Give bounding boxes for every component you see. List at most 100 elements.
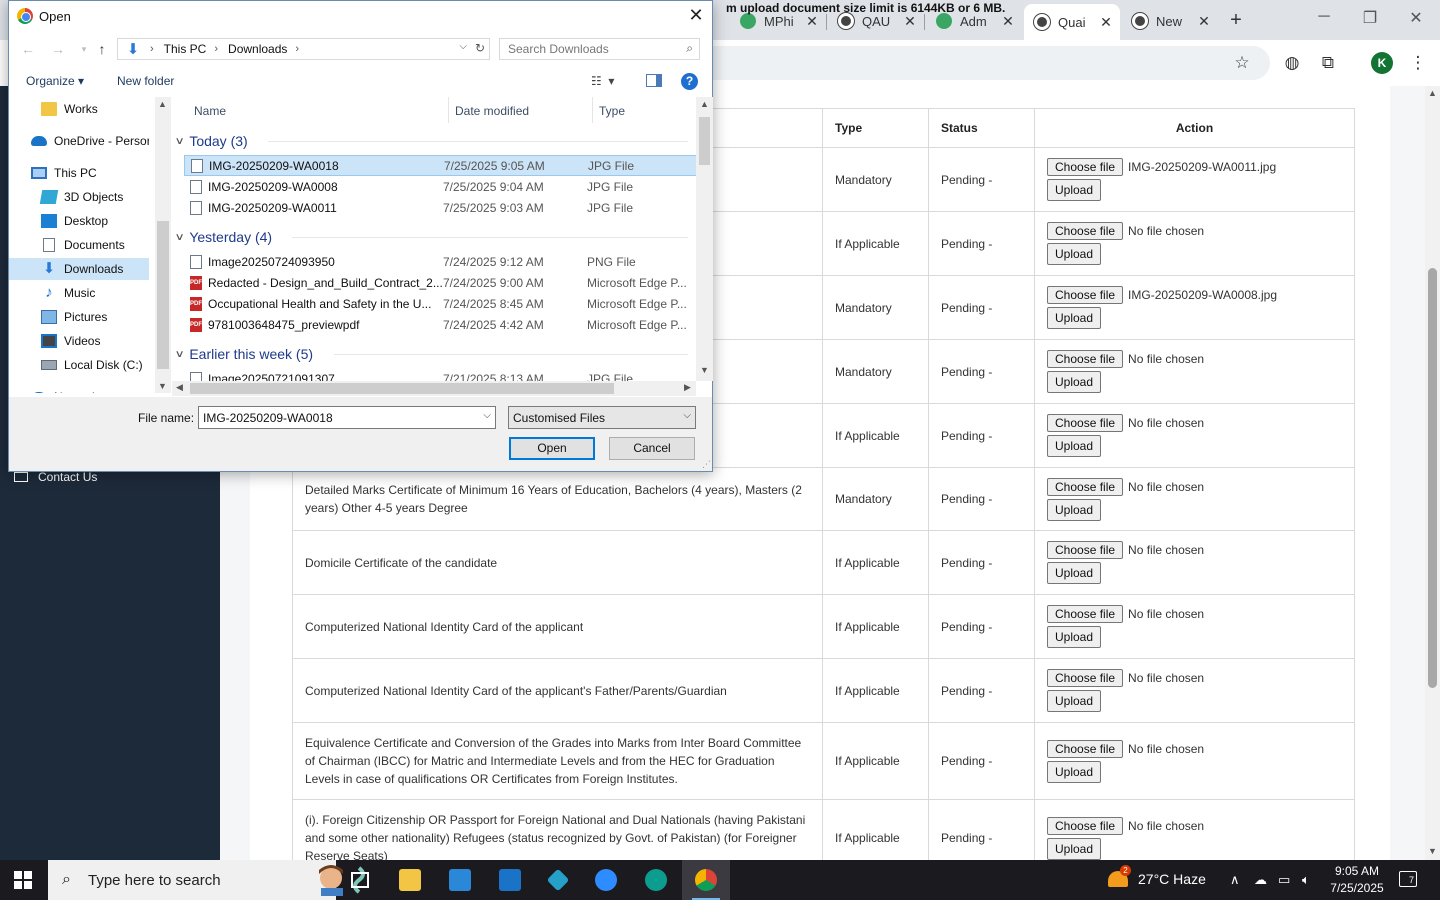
chevron-down-icon[interactable]: ⌵ bbox=[459, 41, 467, 52]
upload-button[interactable]: Upload bbox=[1047, 626, 1102, 648]
upload-button[interactable]: Upload bbox=[1047, 307, 1102, 329]
chevron-down-icon[interactable]: ▼ bbox=[700, 365, 709, 375]
nav-scrollbar[interactable]: ▲ ▼ bbox=[155, 97, 171, 393]
windows-start-icon[interactable] bbox=[14, 871, 32, 889]
file-row[interactable]: Image20250721091307 7/21/2025 8:13 AM JPG … bbox=[184, 368, 696, 381]
upload-button[interactable]: Upload bbox=[1047, 837, 1102, 860]
close-icon[interactable]: ✕ bbox=[804, 13, 820, 30]
choose-file-button[interactable]: Choose file bbox=[1047, 350, 1124, 368]
nav-item-desktop[interactable]: Desktop bbox=[9, 210, 149, 232]
volume-icon[interactable]: 🔈︎ bbox=[1302, 872, 1310, 888]
open-button[interactable]: Open bbox=[509, 437, 595, 460]
close-icon[interactable]: ✕ bbox=[1000, 13, 1016, 30]
file-type-select[interactable]: Customised Files ⌵ bbox=[508, 406, 696, 429]
scrollbar-thumb[interactable] bbox=[190, 383, 614, 394]
system-clock[interactable]: 9:05 AM 7/25/2025 bbox=[1318, 863, 1396, 897]
task-view-button[interactable] bbox=[336, 860, 384, 900]
new-tab-button[interactable]: + bbox=[1226, 9, 1246, 32]
page-scrollbar[interactable]: ▲ ▼ bbox=[1425, 86, 1440, 860]
upload-button[interactable]: Upload bbox=[1047, 435, 1102, 457]
network-icon[interactable]: ▭ bbox=[1278, 872, 1290, 888]
profile-avatar[interactable]: K bbox=[1371, 52, 1393, 74]
tab-new[interactable]: New ✕ bbox=[1122, 6, 1218, 36]
close-icon[interactable]: ✕ bbox=[1196, 13, 1212, 30]
choose-file-button[interactable]: Choose file bbox=[1047, 158, 1124, 176]
choose-file-button[interactable]: Choose file bbox=[1047, 286, 1124, 304]
column-date-modified[interactable]: Date modified bbox=[455, 104, 529, 118]
file-row[interactable]: PDF Redacted - Design_and_Build_Contract_… bbox=[184, 272, 696, 293]
breadcrumb-this-pc[interactable]: This PC bbox=[164, 42, 207, 56]
view-options-icon[interactable]: ☷ ▾ bbox=[591, 74, 614, 88]
translate-globe-icon[interactable]: ◍ bbox=[1282, 53, 1302, 73]
close-icon[interactable]: ✕ bbox=[902, 13, 918, 30]
choose-file-button[interactable]: Choose file bbox=[1047, 541, 1124, 559]
close-icon[interactable]: ✕ bbox=[1098, 14, 1114, 31]
scroll-up-icon[interactable]: ▲ bbox=[1427, 88, 1438, 98]
file-group-header[interactable]: ∨ Today (3) bbox=[175, 131, 248, 151]
nav-item-videos[interactable]: Videos bbox=[9, 330, 149, 352]
microsoft-store-button[interactable] bbox=[436, 860, 484, 900]
app-button[interactable] bbox=[534, 860, 582, 900]
upload-button[interactable]: Upload bbox=[1047, 562, 1102, 584]
chevron-up-icon[interactable]: ∧ bbox=[1230, 872, 1240, 888]
chevron-down-icon[interactable]: ▼ bbox=[158, 381, 167, 391]
nav-item-3d-objects[interactable]: 3D Objects bbox=[9, 186, 149, 208]
mail-app-button[interactable] bbox=[486, 860, 534, 900]
choose-file-button[interactable]: Choose file bbox=[1047, 669, 1124, 687]
file-list-hscrollbar[interactable]: ◀ ▶ bbox=[172, 381, 696, 396]
file-explorer-button[interactable] bbox=[386, 860, 434, 900]
resize-grip-icon[interactable]: ⋰ bbox=[702, 459, 711, 470]
restore-icon[interactable]: ❐ bbox=[1358, 8, 1382, 28]
nav-item-works[interactable]: Works bbox=[9, 98, 149, 120]
cancel-button[interactable]: Cancel bbox=[609, 437, 695, 460]
scroll-down-icon[interactable]: ▼ bbox=[1427, 846, 1438, 856]
breadcrumb-downloads[interactable]: Downloads bbox=[228, 42, 287, 56]
choose-file-button[interactable]: Choose file bbox=[1047, 816, 1124, 835]
up-arrow-icon[interactable]: ↑ bbox=[95, 41, 109, 57]
taskbar-search-box[interactable]: ⌕ Type here to search bbox=[48, 860, 365, 900]
upload-button[interactable]: Upload bbox=[1047, 760, 1102, 783]
nav-item-pictures[interactable]: Pictures bbox=[9, 306, 149, 328]
file-row[interactable]: IMG-20250209-WA0008 7/25/2025 9:04 AM JPG … bbox=[184, 176, 696, 197]
close-window-icon[interactable]: ✕ bbox=[1404, 8, 1428, 28]
file-list-vscrollbar[interactable]: ▲ ▼ bbox=[696, 97, 713, 381]
choose-file-button[interactable]: Choose file bbox=[1047, 477, 1124, 496]
forward-arrow-icon[interactable]: → bbox=[51, 41, 65, 57]
minimize-icon[interactable]: ─ bbox=[1312, 8, 1336, 26]
file-group-header[interactable]: ∨ Yesterday (4) bbox=[175, 227, 273, 247]
chrome-app-button[interactable] bbox=[682, 860, 730, 900]
edge-app-button[interactable] bbox=[632, 860, 680, 900]
choose-file-button[interactable]: Choose file bbox=[1047, 222, 1124, 240]
file-row[interactable]: Image20250724093950 7/24/2025 9:12 AM PNG … bbox=[184, 251, 696, 272]
column-name[interactable]: Name bbox=[194, 104, 226, 118]
upload-button[interactable]: Upload bbox=[1047, 690, 1102, 712]
file-row[interactable]: IMG-20250209-WA0018 7/25/2025 9:05 AM JPG … bbox=[184, 155, 696, 176]
recent-locations-icon[interactable]: ▾ bbox=[77, 44, 91, 55]
column-type[interactable]: Type bbox=[599, 104, 625, 118]
path-bar[interactable]: ⬇ › This PC › Downloads › ⌵ ↻ bbox=[117, 38, 490, 60]
scrollbar-thumb[interactable] bbox=[699, 117, 710, 165]
nav-item-local-disk-c[interactable]: Local Disk (C:) bbox=[9, 354, 149, 376]
nav-item-onedrive-persor[interactable]: OneDrive - Persor bbox=[9, 130, 149, 152]
organize-button[interactable]: Organize ▾ bbox=[26, 74, 84, 88]
chevron-right-icon[interactable]: ▶ bbox=[684, 382, 691, 393]
chevron-down-icon[interactable]: ⌵ bbox=[483, 410, 491, 421]
extensions-puzzle-icon[interactable]: ⧉ bbox=[1318, 53, 1338, 73]
scrollbar-thumb[interactable] bbox=[157, 221, 169, 369]
file-name-input[interactable]: IMG-20250209-WA0018 ⌵ bbox=[198, 406, 496, 429]
nav-item-music[interactable]: ♪ Music bbox=[9, 282, 149, 304]
zoom-app-button[interactable] bbox=[582, 860, 630, 900]
nav-item-documents[interactable]: Documents bbox=[9, 234, 149, 256]
tab-quaid-active[interactable]: Quai ✕ bbox=[1024, 4, 1120, 40]
choose-file-button[interactable]: Choose file bbox=[1047, 605, 1124, 623]
close-icon[interactable]: ✕ bbox=[685, 5, 707, 27]
weather-widget[interactable]: 2 27°C Haze bbox=[1108, 865, 1206, 887]
search-input[interactable]: Search Downloads ⌕ bbox=[499, 38, 700, 60]
preview-pane-icon[interactable] bbox=[646, 74, 662, 87]
refresh-icon[interactable]: ↻ bbox=[475, 41, 485, 55]
chevron-down-icon[interactable]: ⌵ bbox=[683, 410, 691, 421]
upload-button[interactable]: Upload bbox=[1047, 243, 1102, 265]
bookmark-star-icon[interactable]: ☆ bbox=[1232, 53, 1252, 73]
file-row[interactable]: PDF Occupational Health and Safety in the… bbox=[184, 293, 696, 314]
file-row[interactable]: IMG-20250209-WA0011 7/25/2025 9:03 AM JPG … bbox=[184, 197, 696, 218]
